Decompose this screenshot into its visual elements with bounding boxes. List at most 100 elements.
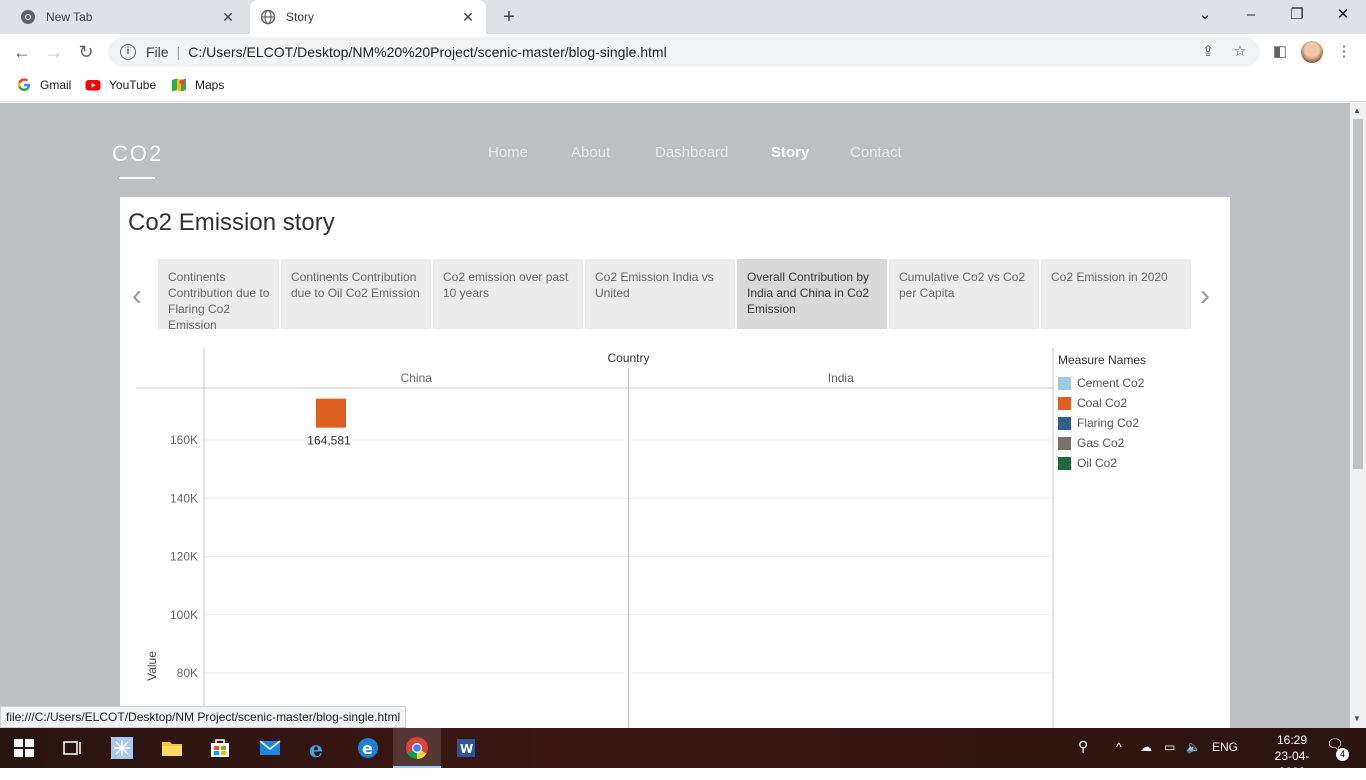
y-tick-label: 100K: [170, 608, 198, 622]
side-panel-icon[interactable]: ◧: [1270, 42, 1290, 62]
file-explorer-icon[interactable]: [160, 736, 184, 760]
new-tab-button[interactable]: +: [498, 6, 520, 29]
address-url: C:/Users/ELCOT/Desktop/NM%20%20Project/s…: [188, 44, 667, 60]
bookmarks-bar: Gmail YouTube Maps: [0, 70, 1366, 102]
onedrive-icon[interactable]: ☁: [1140, 740, 1152, 754]
task-view-icon[interactable]: [60, 736, 84, 760]
google-icon: [17, 78, 30, 91]
column-label: China: [401, 371, 433, 385]
legend-swatch: [1058, 376, 1071, 390]
y-tick-label: 80K: [177, 666, 198, 680]
legend-title: Measure Names: [1058, 353, 1147, 367]
windows-taskbar: e e W ⚲ ^ ☁ ▭ 🔈 ENG 16:29 23-04-2023 🗨 4: [0, 728, 1366, 779]
nav-about[interactable]: About: [571, 144, 610, 161]
internet-explorer-icon[interactable]: e: [306, 736, 330, 760]
info-icon[interactable]: i: [120, 44, 136, 60]
clock-date: 23-04-2023: [1274, 749, 1310, 779]
bar-data-label: 164,581: [307, 434, 351, 448]
legend-swatch: [1058, 396, 1071, 410]
story-point[interactable]: Co2 Emission in 2020: [1041, 259, 1191, 329]
story-point[interactable]: Continents Contribution due to Oil Co2 E…: [281, 259, 431, 329]
battery-icon[interactable]: ▭: [1164, 740, 1175, 754]
nav-contact[interactable]: Contact: [850, 144, 902, 161]
profile-avatar[interactable]: [1301, 41, 1323, 63]
people-icon[interactable]: ⚲: [1078, 738, 1088, 755]
bookmark-youtube[interactable]: YouTube: [85, 77, 156, 93]
chrome-taskbar-icon[interactable]: [405, 736, 429, 760]
language-indicator[interactable]: ENG: [1212, 740, 1238, 754]
minimize-button[interactable]: –: [1228, 0, 1274, 34]
legend-item[interactable]: Gas Co2: [1058, 433, 1146, 453]
story-points: Continents Contribution due to Flaring C…: [158, 259, 1191, 329]
page-viewport: CO2 Home About Dashboard Story Contact C…: [0, 103, 1350, 728]
menu-icon[interactable]: ⋮: [1334, 42, 1354, 62]
legend-item[interactable]: Coal Co2: [1058, 393, 1146, 413]
nav-story[interactable]: Story: [771, 144, 809, 161]
volume-icon[interactable]: 🔈: [1186, 740, 1201, 754]
close-tab-icon[interactable]: ✕: [460, 9, 476, 26]
story-point-label: Overall Contribution by India and China …: [747, 270, 870, 316]
nav-dashboard[interactable]: Dashboard: [655, 144, 728, 161]
story-point[interactable]: Continents Contribution due to Flaring C…: [158, 259, 279, 329]
windows-start-icon[interactable]: [12, 736, 36, 760]
close-tab-icon[interactable]: ✕: [220, 9, 236, 26]
scroll-thumb[interactable]: [1353, 119, 1363, 469]
svg-text:W: W: [460, 742, 473, 756]
site-logo[interactable]: CO2: [112, 141, 163, 167]
address-bar[interactable]: i File | C:/Users/ELCOT/Desktop/NM%20%20…: [108, 37, 1260, 67]
svg-text:e: e: [309, 737, 323, 760]
page-scrollbar[interactable]: ▲ ▼: [1350, 103, 1366, 728]
reload-icon[interactable]: ↻: [74, 40, 98, 64]
back-icon[interactable]: ←: [10, 40, 34, 64]
legend-label: Coal Co2: [1077, 396, 1128, 410]
globe-icon: [260, 9, 276, 25]
story-point[interactable]: Co2 Emission India vs United: [585, 259, 735, 329]
story-point-label: Co2 emission over past 10 years: [443, 270, 569, 300]
story-next-icon[interactable]: ›: [1200, 279, 1210, 313]
legend-item[interactable]: Cement Co2: [1058, 373, 1146, 393]
edge-icon[interactable]: e: [356, 736, 380, 760]
tab-search-icon[interactable]: ⌄: [1182, 0, 1228, 34]
story-card: Co2 Emission story ‹ Continents Contribu…: [120, 197, 1230, 728]
word-icon[interactable]: W: [454, 736, 478, 760]
maps-icon: [172, 78, 186, 92]
nav-home[interactable]: Home: [488, 144, 528, 161]
legend-label: Oil Co2: [1077, 456, 1118, 470]
clock[interactable]: 16:29 23-04-2023: [1262, 732, 1322, 780]
story-point-label: Continents Contribution due to Oil Co2 E…: [291, 270, 420, 300]
share-icon[interactable]: ⇪: [1198, 42, 1218, 62]
forward-icon[interactable]: →: [42, 40, 66, 64]
legend-label: Cement Co2: [1077, 376, 1145, 390]
scroll-up-icon[interactable]: ▲: [1353, 106, 1361, 115]
restore-button[interactable]: ❐: [1274, 0, 1320, 34]
story-point-active[interactable]: Overall Contribution by India and China …: [737, 259, 887, 329]
address-separator: |: [176, 44, 181, 60]
store-icon[interactable]: [208, 736, 232, 760]
snowflake-app-icon[interactable]: [110, 736, 134, 760]
story-point[interactable]: Cumulative Co2 vs Co2 per Capita: [889, 259, 1039, 329]
story-point-label: Co2 Emission in 2020: [1051, 270, 1168, 284]
y-tick-label: 160K: [170, 433, 198, 447]
browser-toolbar: ← → ↻ i File | C:/Users/ELCOT/Desktop/NM…: [0, 34, 1366, 70]
bookmark-gmail[interactable]: Gmail: [16, 77, 71, 93]
story-point[interactable]: Co2 emission over past 10 years: [433, 259, 583, 329]
close-window-button[interactable]: ✕: [1320, 0, 1366, 34]
bookmark-maps[interactable]: Maps: [171, 77, 224, 93]
column-header: Country: [607, 351, 649, 365]
legend-item[interactable]: Flaring Co2: [1058, 413, 1146, 433]
bookmark-star-icon[interactable]: ☆: [1230, 42, 1250, 62]
legend-swatch: [1058, 436, 1071, 450]
tray-chevron-icon[interactable]: ^: [1116, 740, 1122, 754]
story-prev-icon[interactable]: ‹: [132, 279, 142, 313]
legend-swatch: [1058, 456, 1071, 470]
tab-title: New Tab: [46, 10, 93, 24]
tab-new-tab[interactable]: New Tab ✕: [10, 0, 246, 34]
mail-icon[interactable]: [258, 736, 282, 760]
y-tick-label: 120K: [170, 550, 198, 564]
story-point-label: Co2 Emission India vs United: [595, 270, 714, 300]
youtube-icon: [85, 80, 101, 91]
tab-story[interactable]: Story ✕: [250, 0, 486, 34]
legend-swatch: [1058, 416, 1071, 430]
scroll-down-icon[interactable]: ▼: [1353, 714, 1361, 723]
legend-item[interactable]: Oil Co2: [1058, 453, 1146, 473]
